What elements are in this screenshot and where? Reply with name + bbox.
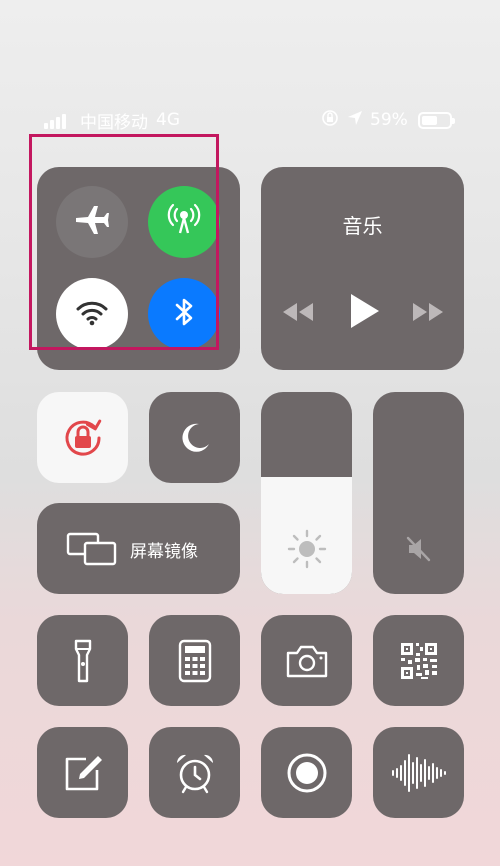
- screen-record-icon: [261, 727, 352, 818]
- moon-icon: [149, 392, 240, 483]
- alarm-icon: [149, 727, 240, 818]
- qr-code-icon: [373, 615, 464, 706]
- voice-memo-icon: [373, 727, 464, 818]
- rewind-button[interactable]: [278, 298, 318, 330]
- flashlight-button[interactable]: [37, 615, 128, 706]
- rotation-lock-button[interactable]: [37, 392, 128, 483]
- orientation-icon: [320, 108, 340, 133]
- carrier-info: 中国移动 4G: [80, 108, 180, 133]
- play-icon: [347, 292, 381, 334]
- status-right: 59%: [320, 108, 455, 133]
- camera-icon: [261, 615, 352, 706]
- alarm-button[interactable]: [149, 727, 240, 818]
- calculator-button[interactable]: [149, 615, 240, 706]
- notes-button[interactable]: [37, 727, 128, 818]
- calculator-icon: [149, 615, 240, 706]
- flashlight-icon: [37, 615, 128, 706]
- voice-memo-button[interactable]: [373, 727, 464, 818]
- camera-button[interactable]: [261, 615, 352, 706]
- screen-mirroring-label: 屏幕镜像: [130, 542, 198, 562]
- screen-record-button[interactable]: [261, 727, 352, 818]
- music-panel: [261, 167, 464, 370]
- qr-scanner-button[interactable]: [373, 615, 464, 706]
- notes-icon: [37, 727, 128, 818]
- battery-icon: [417, 111, 455, 129]
- network-type: 4G: [156, 110, 180, 130]
- play-button[interactable]: [342, 290, 386, 336]
- location-icon: [346, 109, 364, 132]
- rotation-lock-icon: [37, 392, 128, 483]
- mute-icon: [373, 524, 464, 574]
- fast-forward-icon: [410, 301, 446, 327]
- screen-mirror-icon: [64, 530, 120, 568]
- carrier-name: 中国移动: [80, 112, 148, 133]
- rewind-icon: [280, 301, 316, 327]
- sun-icon: [261, 524, 352, 574]
- brightness-slider[interactable]: [261, 392, 352, 594]
- signal-strength-icon: [44, 112, 66, 129]
- volume-slider[interactable]: [373, 392, 464, 594]
- music-title: 音乐: [342, 214, 383, 238]
- highlight-box: [29, 134, 219, 350]
- battery-percent: 59%: [370, 110, 408, 130]
- do-not-disturb-button[interactable]: [149, 392, 240, 483]
- fast-forward-button[interactable]: [408, 298, 448, 330]
